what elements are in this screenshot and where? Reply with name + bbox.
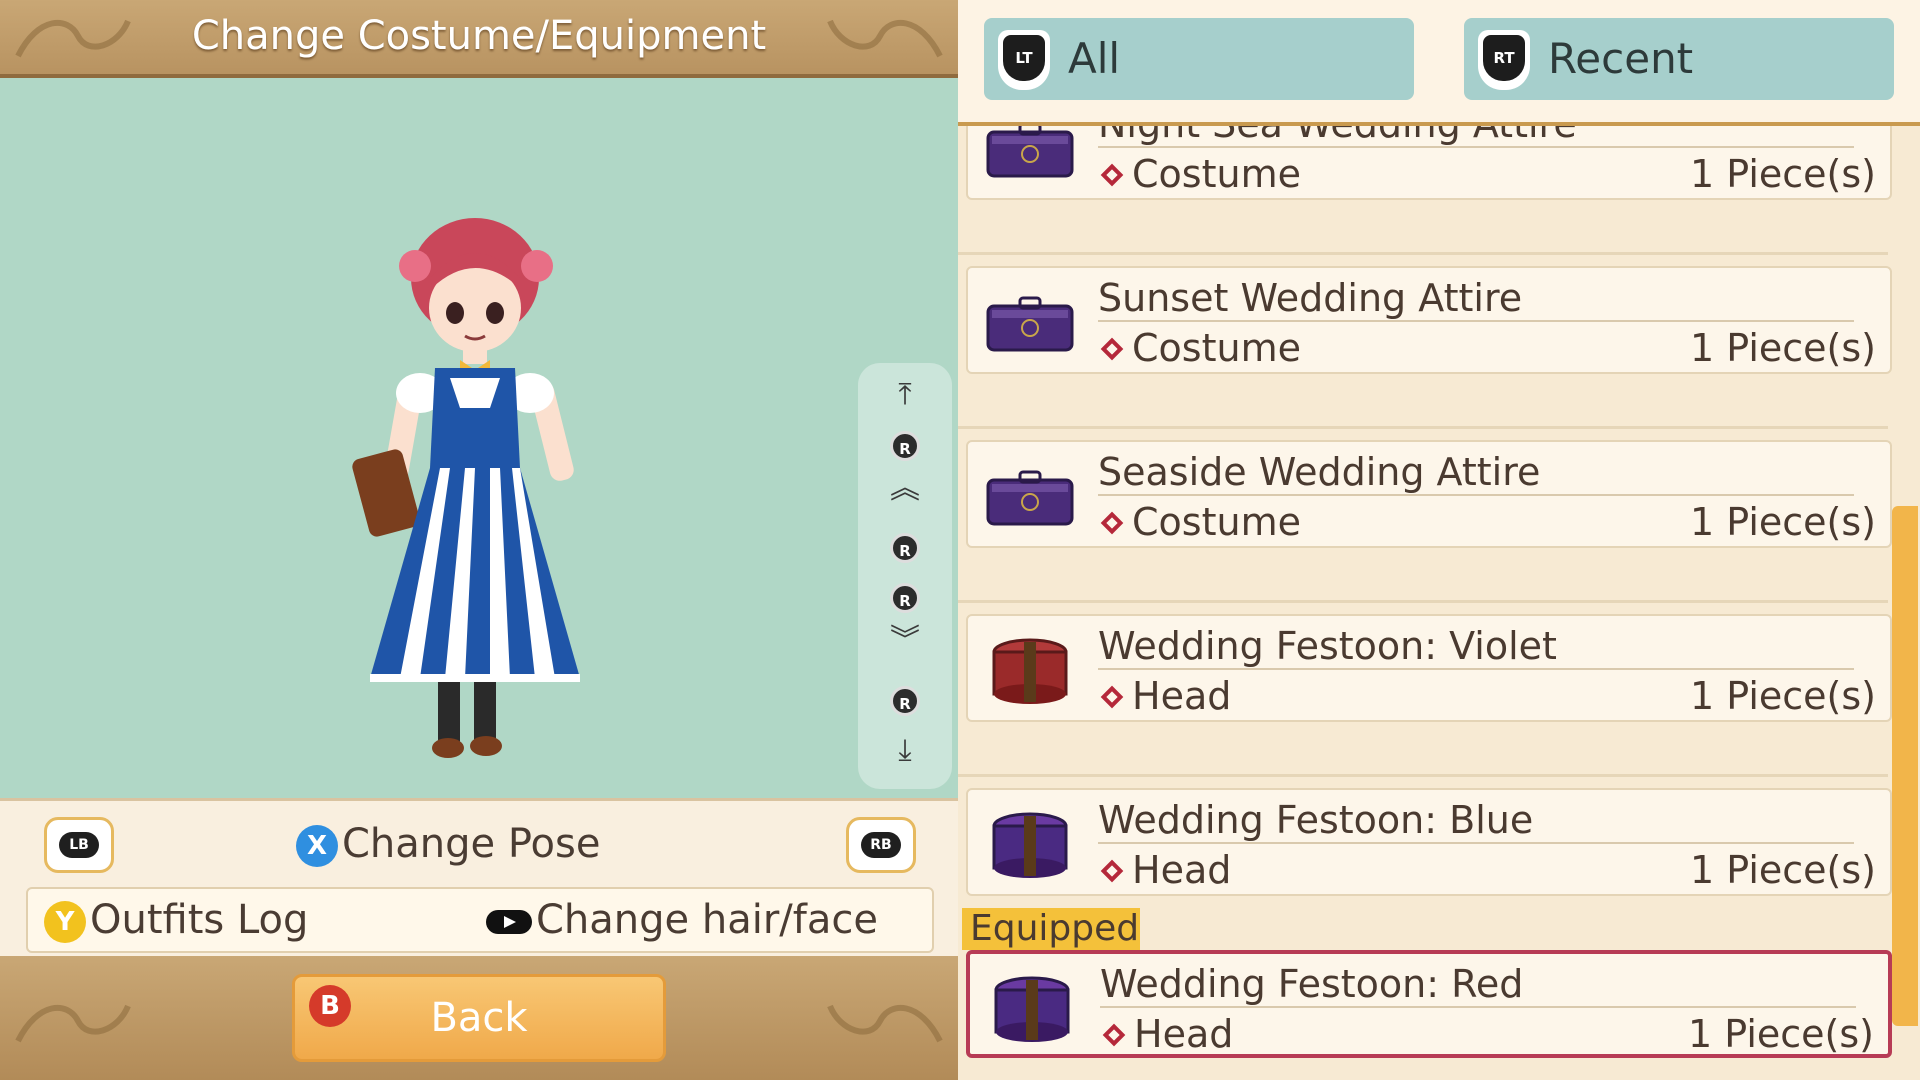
item-name: Sunset Wedding Attire: [1098, 276, 1854, 322]
back-button[interactable]: B Back: [292, 974, 666, 1062]
item-count: 1 Piece(s): [1690, 848, 1876, 892]
item-count: 1 Piece(s): [1690, 674, 1876, 718]
camera-zoom-in-icon[interactable]: ︽: [858, 469, 952, 509]
item-name: Night Sea Wedding Attire: [1098, 126, 1854, 148]
ornament-icon: [827, 1004, 943, 1043]
preview-panel: Change Costume/Equipment ⤒ R ︽ R R ︾ R ⤓…: [0, 0, 958, 1080]
filter-tabs: LT All RT Recent: [958, 0, 1920, 126]
rb-icon: RB: [861, 832, 901, 858]
item-type: Costume: [1098, 500, 1301, 544]
footer-bar: B Back: [0, 956, 958, 1080]
scrollbar[interactable]: [1892, 506, 1918, 1026]
divider: [958, 600, 1888, 603]
camera-right-stick-icon[interactable]: R: [890, 583, 920, 613]
purple-suitcase-icon: [986, 470, 1074, 526]
list-item-equipped[interactable]: Wedding Festoon: Red Head 1 Piece(s): [966, 950, 1892, 1058]
item-count: 1 Piece(s): [1690, 500, 1876, 544]
purple-hatbox-icon: [994, 976, 1070, 1042]
divider: [958, 774, 1888, 777]
lb-icon: LB: [59, 832, 99, 858]
divider: [958, 252, 1888, 255]
tab-recent[interactable]: RT Recent: [1464, 18, 1894, 100]
outfits-log-label: Outfits Log: [90, 897, 309, 943]
lb-button[interactable]: LB: [44, 817, 114, 873]
item-name: Wedding Festoon: Violet: [1098, 624, 1854, 670]
item-name: Wedding Festoon: Blue: [1098, 798, 1854, 844]
list-item[interactable]: Wedding Festoon: Violet Head 1 Piece(s): [966, 614, 1892, 722]
title-bar: Change Costume/Equipment: [0, 0, 958, 78]
item-count: 1 Piece(s): [1690, 326, 1876, 370]
right-stick-icon: [486, 910, 532, 934]
y-button-icon: Y: [44, 901, 86, 943]
item-type: Head: [1100, 1012, 1233, 1056]
change-hair-face-label: Change hair/face: [536, 897, 878, 943]
rt-trigger-icon: RT: [1478, 30, 1530, 90]
item-count: 1 Piece(s): [1688, 1012, 1874, 1056]
item-list[interactable]: Night Sea Wedding Attire Costume 1 Piece…: [958, 126, 1920, 1080]
tab-recent-label: Recent: [1548, 34, 1694, 83]
outfits-log-button[interactable]: Y Outfits Log: [44, 893, 308, 947]
tab-all[interactable]: LT All: [984, 18, 1414, 100]
lt-trigger-icon: LT: [998, 30, 1050, 90]
list-item[interactable]: Wedding Festoon: Blue Head 1 Piece(s): [966, 788, 1892, 896]
camera-controls: ⤒ R ︽ R R ︾ R ⤓: [858, 363, 952, 789]
item-name: Seaside Wedding Attire: [1098, 450, 1854, 496]
item-type: Costume: [1098, 326, 1301, 370]
list-item[interactable]: Seaside Wedding Attire Costume 1 Piece(s…: [966, 440, 1892, 548]
purple-hatbox-icon: [992, 812, 1068, 878]
character-preview[interactable]: ⤒ R ︽ R R ︾ R ⤓: [0, 78, 958, 798]
rt-label: RT: [1483, 35, 1525, 81]
list-item[interactable]: Night Sea Wedding Attire Costume 1 Piece…: [966, 126, 1892, 200]
camera-left-stick-icon[interactable]: R: [890, 533, 920, 563]
red-hatbox-icon: [992, 638, 1068, 704]
item-type: Head: [1098, 674, 1231, 718]
camera-down-stick-icon[interactable]: R: [890, 686, 920, 716]
item-count: 1 Piece(s): [1690, 152, 1876, 196]
camera-up-stick-icon[interactable]: R: [890, 431, 920, 461]
list-item[interactable]: Sunset Wedding Attire Costume 1 Piece(s): [966, 266, 1892, 374]
purple-suitcase-icon: [986, 296, 1074, 352]
equipped-badge: Equipped: [962, 908, 1140, 950]
outfit-options-row: Y Outfits Log Change hair/face: [26, 887, 934, 953]
page-title: Change Costume/Equipment: [191, 13, 767, 59]
rb-button[interactable]: RB: [846, 817, 916, 873]
controls-bar: LB X Change Pose RB Y Outfits Log Change h…: [0, 798, 958, 959]
divider: [958, 426, 1888, 429]
item-type: Costume: [1098, 152, 1301, 196]
tab-all-label: All: [1068, 34, 1121, 83]
back-label: Back: [430, 995, 528, 1041]
change-pose-label: Change Pose: [342, 821, 601, 867]
camera-bottom-icon[interactable]: ⤓: [858, 731, 952, 771]
ornament-icon: [15, 1004, 131, 1043]
item-name: Wedding Festoon: Red: [1100, 962, 1856, 1008]
lt-label: LT: [1003, 35, 1045, 81]
x-button-icon: X: [296, 825, 338, 867]
item-type: Head: [1098, 848, 1231, 892]
camera-zoom-out-icon[interactable]: ︾: [858, 621, 952, 661]
purple-suitcase-icon: [986, 126, 1074, 178]
item-panel: LT All RT Recent Night Sea Wedding Attir…: [958, 0, 1920, 1080]
character-model: [352, 218, 580, 758]
change-hair-face-button[interactable]: Change hair/face: [486, 893, 878, 947]
camera-top-icon[interactable]: ⤒: [858, 375, 952, 415]
change-pose-button[interactable]: X Change Pose: [296, 819, 600, 869]
